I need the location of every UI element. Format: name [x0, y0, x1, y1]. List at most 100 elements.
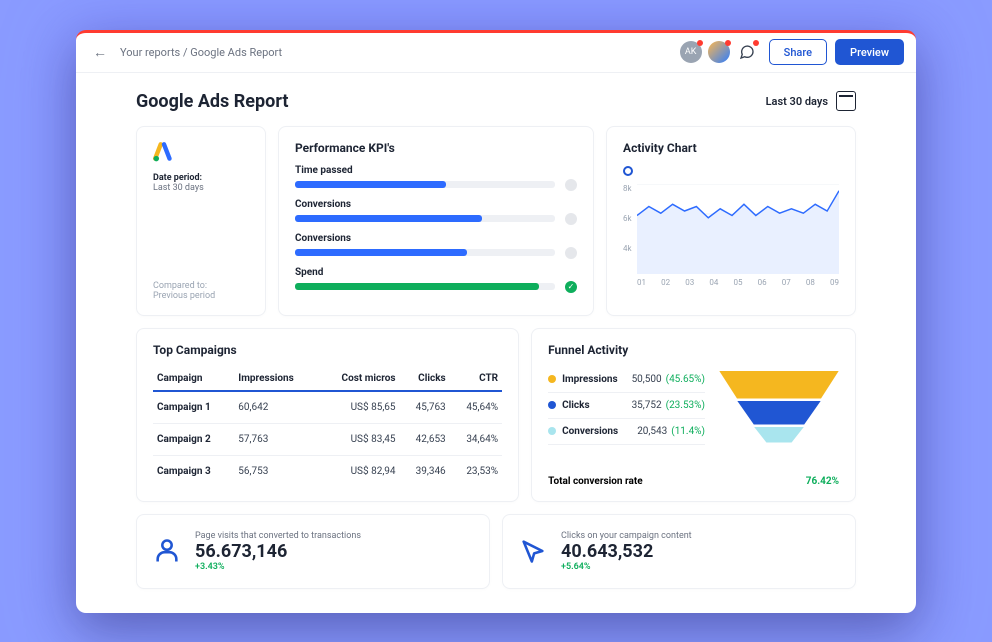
chart-legend-marker — [623, 166, 633, 176]
cursor-click-icon — [519, 537, 547, 565]
funnel-chart — [719, 367, 839, 468]
kpi-status-icon — [565, 213, 577, 225]
metric-page-visits-card: Page visits that converted to transactio… — [136, 514, 490, 589]
preview-button[interactable]: Preview — [835, 39, 904, 65]
x-tick: 09 — [830, 278, 839, 287]
kpi-bar — [295, 249, 555, 256]
table-cell: 34,64% — [450, 423, 502, 455]
table-cell: Campaign 1 — [153, 391, 234, 424]
funnel-stat-value: 35,752 — [632, 400, 662, 411]
metric-page-visits-sub: Page visits that converted to transactio… — [195, 531, 361, 541]
table-cell: 45,64% — [450, 391, 502, 424]
funnel-dot-icon — [548, 401, 556, 409]
x-tick: 04 — [709, 278, 718, 287]
kpi-card: Performance KPI's Time passed Conversion… — [278, 126, 594, 316]
funnel-stat-pct: (11.4%) — [671, 426, 705, 437]
table-row[interactable]: Campaign 160,642US$ 85,6545,76345,64% — [153, 391, 502, 424]
x-tick: 02 — [661, 278, 670, 287]
kpi-label: Time passed — [295, 165, 577, 176]
activity-chart[interactable]: 8k 6k 4k — [623, 184, 839, 274]
avatar-user-2[interactable] — [708, 41, 730, 63]
funnel-segment-clicks — [737, 401, 821, 425]
table-header[interactable]: Campaign — [153, 367, 234, 391]
table-cell: 57,763 — [234, 423, 318, 455]
user-icon — [153, 537, 181, 565]
table-cell: Campaign 3 — [153, 455, 234, 487]
x-tick: 01 — [637, 278, 646, 287]
table-cell: US$ 83,45 — [318, 423, 400, 455]
funnel-stat-label: Impressions — [562, 374, 631, 385]
status-dot-icon — [725, 40, 731, 46]
kpi-label: Conversions — [295, 233, 577, 244]
compared-to-label: Compared to: — [153, 281, 249, 291]
calendar-icon[interactable] — [836, 91, 856, 111]
funnel-stat-row: Clicks 35,752 (23.53%) — [548, 393, 705, 419]
breadcrumb-current[interactable]: Google Ads Report — [190, 46, 282, 59]
title-row: Google Ads Report Last 30 days — [136, 91, 856, 112]
funnel-stat-label: Clicks — [562, 400, 631, 411]
funnel-segment-conversions — [754, 427, 804, 443]
chat-icon[interactable] — [736, 41, 758, 63]
table-row[interactable]: Campaign 257,763US$ 83,4542,65334,64% — [153, 423, 502, 455]
table-header[interactable]: Clicks — [400, 367, 450, 391]
funnel-title: Funnel Activity — [548, 343, 839, 357]
y-tick: 8k — [623, 184, 632, 193]
google-ads-icon — [153, 141, 175, 163]
date-range-label[interactable]: Last 30 days — [766, 95, 828, 108]
kpi-item: Spend — [295, 267, 577, 293]
x-tick: 05 — [734, 278, 743, 287]
funnel-stat-label: Conversions — [562, 426, 637, 437]
kpi-status-icon — [565, 179, 577, 191]
page-title: Google Ads Report — [136, 91, 766, 112]
kpi-item: Conversions — [295, 199, 577, 225]
kpi-status-icon — [565, 247, 577, 259]
status-dot-icon — [697, 40, 703, 46]
table-header[interactable]: CTR — [450, 367, 502, 391]
funnel-stat-value: 20,543 — [637, 426, 667, 437]
compared-to-value: Previous period — [153, 291, 249, 301]
funnel-stat-pct: (23.53%) — [666, 400, 705, 411]
status-dot-icon — [753, 40, 759, 46]
y-tick: 4k — [623, 244, 632, 253]
table-cell: 56,753 — [234, 455, 318, 487]
funnel-dot-icon — [548, 375, 556, 383]
table-header[interactable]: Impressions — [234, 367, 318, 391]
metric-page-visits-value: 56.673,146 — [195, 541, 361, 562]
y-tick: 6k — [623, 214, 632, 223]
kpi-bar — [295, 181, 555, 188]
table-cell: 23,53% — [450, 455, 502, 487]
kpi-label: Conversions — [295, 199, 577, 210]
kpi-bar — [295, 283, 555, 290]
share-button[interactable]: Share — [769, 39, 827, 65]
metric-clicks-delta: +5.64% — [561, 562, 692, 572]
breadcrumb[interactable]: Your reports / Google Ads Report — [120, 46, 282, 59]
top-campaigns-card: Top Campaigns CampaignImpressionsCost mi… — [136, 328, 519, 502]
back-button[interactable]: ← — [88, 44, 112, 61]
breadcrumb-root[interactable]: Your reports — [120, 46, 180, 59]
table-header[interactable]: Cost micros — [318, 367, 400, 391]
table-cell: 39,346 — [400, 455, 450, 487]
kpi-label: Spend — [295, 267, 577, 278]
report-meta-card: Date period: Last 30 days Compared to: P… — [136, 126, 266, 316]
x-axis: 010203040506070809 — [623, 278, 839, 287]
funnel-stat-pct: (45.65%) — [666, 374, 705, 385]
funnel-stat-row: Conversions 20,543 (11.4%) — [548, 419, 705, 445]
metric-clicks-value: 40.643,532 — [561, 541, 692, 562]
table-cell: US$ 85,65 — [318, 391, 400, 424]
funnel-dot-icon — [548, 427, 556, 435]
table-cell: Campaign 2 — [153, 423, 234, 455]
funnel-total-label: Total conversion rate — [548, 476, 643, 487]
funnel-segment-impressions — [719, 371, 839, 399]
table-row[interactable]: Campaign 356,753US$ 82,9439,34623,53% — [153, 455, 502, 487]
kpi-bar — [295, 215, 555, 222]
kpi-status-icon — [565, 281, 577, 293]
kpi-title: Performance KPI's — [295, 141, 577, 155]
topbar: ← Your reports / Google Ads Report AK Sh… — [76, 33, 916, 73]
top-campaigns-title: Top Campaigns — [153, 343, 502, 357]
funnel-total-pct: 76.42% — [806, 476, 839, 487]
date-period-label: Date period: — [153, 173, 249, 183]
x-tick: 08 — [806, 278, 815, 287]
avatar-user-1[interactable]: AK — [680, 41, 702, 63]
funnel-card: Funnel Activity Impressions 50,500 (45.6… — [531, 328, 856, 502]
funnel-stat-value: 50,500 — [632, 374, 662, 385]
